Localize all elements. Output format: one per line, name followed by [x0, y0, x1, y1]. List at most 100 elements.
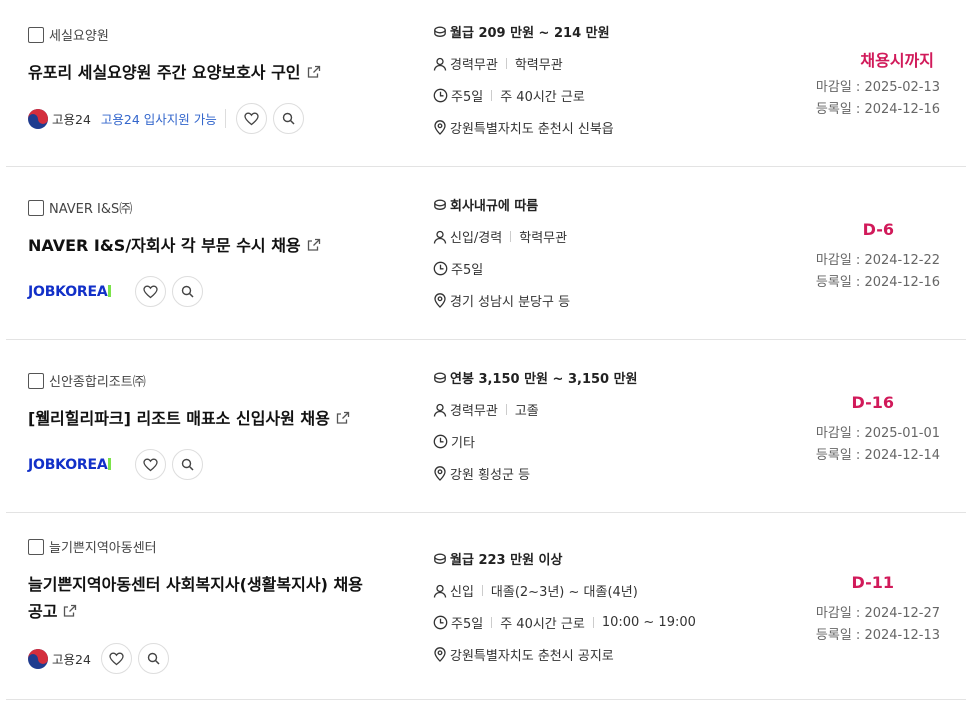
deadline-date: 마감일 : 2025-01-01: [815, 426, 940, 441]
external-link-icon[interactable]: [336, 406, 350, 433]
location-text: 경기 성남시 분당구 등: [450, 295, 571, 310]
company-name[interactable]: NAVER I&S㈜: [49, 198, 132, 217]
person-icon: [433, 230, 447, 244]
external-link-icon[interactable]: [307, 60, 321, 87]
job-title-text[interactable]: NAVER I&S/자회사 각 부문 수시 채용: [28, 236, 301, 255]
source-logo: JOBKOREA: [28, 456, 112, 473]
company-row: 세실요양원: [28, 25, 109, 44]
logo-accent: [108, 284, 112, 297]
source-logo: 고용24: [28, 108, 91, 129]
heart-icon: [244, 112, 259, 125]
qualification-row: 경력무관 고졸: [433, 400, 539, 419]
job-title[interactable]: 늘기쁜지역아동센터 사회복지사(생활복지사) 채용 공고: [28, 571, 398, 626]
salary-row: 연봉 3,150 만원 ~ 3,150 만원: [433, 368, 638, 387]
job-title-text[interactable]: [웰리힐리파크] 리조트 매표소 신입사원 채용: [28, 409, 330, 428]
job-card: 신안종합리조트㈜ [웰리힐리파크] 리조트 매표소 신입사원 채용 JOBKOR…: [6, 340, 966, 513]
experience-text: 경력무관: [450, 404, 498, 419]
salary-text: 월급 223 만원 이상: [450, 553, 563, 568]
job-title[interactable]: 유포리 세실요양원 주간 요양보호사 구인: [28, 59, 398, 87]
schedule-row: 주5일 주 40시간 근로: [433, 86, 585, 105]
search-button[interactable]: [172, 276, 204, 307]
divider: [491, 617, 493, 628]
job-actions: JOBKOREA: [28, 276, 209, 307]
location-row: 경기 성남시 분당구 등: [433, 291, 570, 310]
heart-icon: [109, 652, 124, 665]
location-pin-icon: [434, 120, 446, 135]
registered-date: 등록일 : 2024-12-13: [815, 628, 940, 643]
clock-icon: [433, 261, 448, 276]
external-link-icon[interactable]: [307, 233, 321, 260]
schedule-text: 기타: [451, 436, 475, 451]
job-actions: 고용24 고용24 입사지원 가능: [28, 103, 310, 134]
source-name: 고용24: [52, 112, 91, 127]
external-link-icon[interactable]: [63, 599, 77, 626]
schedule-text: 주5일: [451, 617, 484, 632]
location-row: 강원 횡성군 등: [433, 464, 530, 483]
support-link[interactable]: 고용24 입사지원 가능: [101, 109, 226, 128]
schedule-text: 주 40시간 근로: [500, 90, 585, 105]
salary-text: 연봉 3,150 만원 ~ 3,150 만원: [450, 372, 638, 387]
company-name[interactable]: 늘기쁜지역아동센터: [49, 537, 157, 556]
schedule-row: 기타: [433, 432, 475, 451]
dday-badge: D-11: [851, 573, 894, 592]
salary-text: 월급 209 만원 ~ 214 만원: [450, 26, 610, 41]
taegeuk-icon: [28, 108, 48, 129]
qualification-row: 신입 대졸(2~3년) ~ 대졸(4년): [433, 581, 638, 600]
job-title-text[interactable]: 공고: [28, 602, 57, 621]
favorite-button[interactable]: [100, 643, 132, 674]
location-text: 강원 횡성군 등: [450, 468, 531, 483]
company-row: 늘기쁜지역아동센터: [28, 537, 157, 556]
divider: [505, 58, 507, 69]
favorite-button[interactable]: [135, 276, 167, 307]
schedule-text: 주 40시간 근로: [500, 617, 585, 632]
deadline-date: 마감일 : 2024-12-22: [815, 253, 940, 268]
education-text: 고졸: [514, 404, 539, 419]
favorite-button[interactable]: [235, 103, 267, 134]
search-button[interactable]: [172, 449, 204, 480]
dday-badge: D-6: [862, 220, 894, 239]
job-title[interactable]: NAVER I&S/자회사 각 부문 수시 채용: [28, 232, 398, 260]
education-text: 학력무관: [519, 231, 568, 246]
source-name: JOBKOREA: [28, 283, 108, 300]
search-icon: [182, 285, 195, 298]
salary-row: 월급 223 만원 이상: [433, 549, 562, 568]
location-pin-icon: [434, 466, 446, 481]
divider: [481, 585, 483, 596]
location-pin-icon: [434, 293, 446, 308]
logo-accent: [108, 457, 112, 470]
job-card: NAVER I&S㈜ NAVER I&S/자회사 각 부문 수시 채용 JOBK…: [6, 167, 966, 340]
company-name[interactable]: 신안종합리조트㈜: [49, 371, 146, 390]
schedule-row: 주5일 주 40시간 근로 10:00 ~ 19:00: [433, 613, 696, 632]
registered-date: 등록일 : 2024-12-14: [815, 448, 940, 463]
select-checkbox[interactable]: [28, 26, 44, 43]
select-checkbox[interactable]: [28, 538, 44, 555]
search-button[interactable]: [137, 643, 169, 674]
search-icon: [282, 112, 295, 125]
divider: [505, 404, 507, 415]
salary-row: 회사내규에 따름: [433, 195, 538, 214]
deadline-date: 마감일 : 2025-02-13: [815, 80, 940, 95]
location-row: 강원특별자치도 춘천시 공지로: [433, 645, 614, 664]
heart-icon: [143, 285, 159, 298]
divider: [491, 90, 493, 101]
job-title[interactable]: [웰리힐리파크] 리조트 매표소 신입사원 채용: [28, 405, 398, 433]
company-name[interactable]: 세실요양원: [49, 25, 109, 44]
dday-badge: D-16: [851, 393, 894, 412]
job-actions: 고용24: [28, 643, 175, 674]
coin-stack-icon: [434, 372, 446, 383]
select-checkbox[interactable]: [28, 372, 44, 389]
job-title-text[interactable]: 늘기쁜지역아동센터 사회복지사(생활복지사) 채용: [28, 571, 398, 598]
education-text: 학력무관: [514, 58, 563, 73]
job-card: 세실요양원 유포리 세실요양원 주간 요양보호사 구인 고용24 고용24 입사…: [6, 0, 966, 167]
dday-badge: 채용시까지: [860, 51, 934, 70]
favorite-button[interactable]: [135, 449, 167, 480]
taegeuk-icon: [28, 648, 48, 669]
schedule-text: 주5일: [451, 263, 484, 278]
job-title-text[interactable]: 유포리 세실요양원 주간 요양보호사 구인: [28, 63, 301, 82]
company-row: 신안종합리조트㈜: [28, 371, 146, 390]
registered-date: 등록일 : 2024-12-16: [815, 102, 940, 117]
source-name: JOBKOREA: [28, 456, 108, 473]
select-checkbox[interactable]: [28, 199, 44, 216]
search-button[interactable]: [272, 103, 304, 134]
person-icon: [433, 57, 447, 71]
